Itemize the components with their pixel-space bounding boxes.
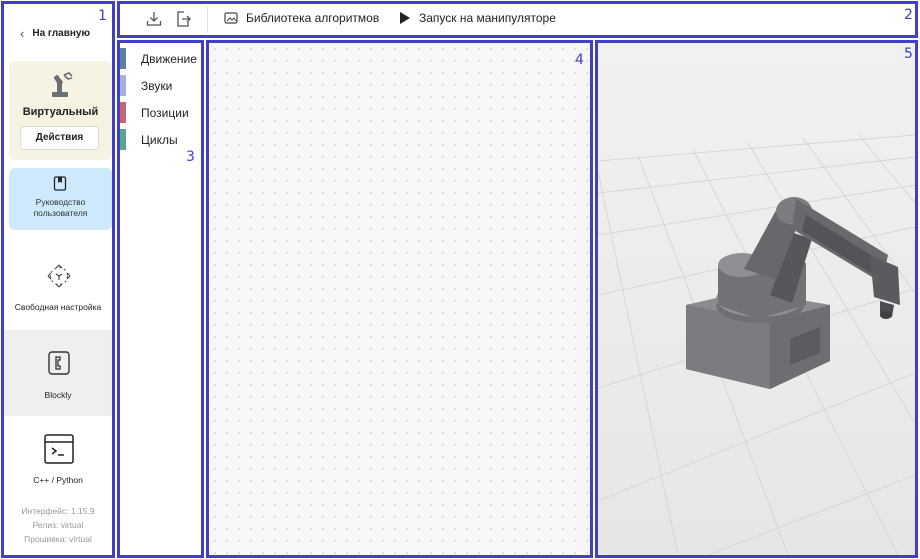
panel-number-2: 2 [904, 7, 913, 23]
category-item[interactable]: Звуки [120, 75, 204, 96]
algorithm-library-button[interactable]: Библиотека алгоритмов [224, 11, 379, 25]
panel-number-1: 1 [98, 8, 107, 24]
play-icon [400, 12, 410, 24]
nav-free-setup-label: Свободная настройка [14, 302, 102, 312]
sidebar: 1 ‹ На главную Виртуальный Действия Руко… [1, 1, 115, 558]
back-to-home-link[interactable]: ‹ На главную [20, 26, 90, 41]
category-color-bar [120, 48, 126, 69]
panel-number-3: 3 [186, 149, 195, 165]
move-icon [47, 264, 71, 288]
nav-blockly-label: Blockly [44, 390, 72, 400]
panel-number-5: 5 [904, 46, 913, 62]
algorithm-library-label: Библиотека алгоритмов [246, 11, 380, 25]
block-categories: 3 Движение Звуки Позиции Циклы [117, 40, 204, 558]
terminal-icon [44, 434, 74, 464]
nav-cpp-python[interactable]: C++ / Python [4, 416, 112, 502]
category-color-bar [120, 102, 126, 123]
user-guide-label: Руководство пользователя [33, 197, 88, 218]
nav-blockly[interactable]: Blockly [4, 330, 112, 416]
release-version: Релиз: virtual [32, 520, 84, 530]
robot-name: Виртуальный [22, 106, 99, 118]
user-guide-button[interactable]: Руководство пользователя [9, 168, 112, 230]
firmware-version: Прошивка: virtual [24, 534, 92, 544]
blockly-icon [48, 351, 70, 375]
category-label: Позиции [141, 105, 189, 120]
category-label: Циклы [141, 132, 178, 147]
category-color-bar [120, 75, 126, 96]
category-label: Звуки [141, 78, 173, 93]
chevron-left-icon: ‹ [20, 26, 25, 41]
panel-number-4: 4 [575, 52, 584, 68]
category-item[interactable]: Движение [120, 48, 204, 69]
run-on-manipulator-button[interactable]: Запуск на манипуляторе [399, 11, 556, 25]
nav-free-setup[interactable]: Свободная настройка [4, 244, 112, 330]
interface-version: Интерфейс: 1.15.9 [21, 506, 95, 516]
toolbar: 2 Библиотека алгоритмов Запуск на манипу… [117, 1, 918, 38]
image-icon [224, 12, 238, 24]
category-item[interactable]: Позиции [120, 102, 204, 123]
toolbar-separator [207, 6, 208, 33]
category-label: Движение [141, 51, 197, 66]
robot-arm-icon [52, 72, 73, 97]
blockly-workspace[interactable]: 4 [206, 40, 593, 558]
actions-button[interactable]: Действия [20, 126, 99, 150]
category-color-bar [120, 129, 126, 150]
nav-cpp-python-label: C++ / Python [33, 475, 83, 485]
export-icon[interactable] [175, 11, 191, 27]
robot-3d-scene [598, 43, 915, 555]
robot-card[interactable]: Виртуальный Действия [9, 61, 112, 160]
run-on-manipulator-label: Запуск на манипуляторе [419, 11, 556, 25]
robot-3d-viewer[interactable]: 5 [595, 40, 918, 558]
download-icon[interactable] [146, 11, 162, 27]
category-item[interactable]: Циклы [120, 129, 204, 150]
back-to-home-label: На главную [32, 28, 91, 39]
book-icon [53, 176, 67, 191]
